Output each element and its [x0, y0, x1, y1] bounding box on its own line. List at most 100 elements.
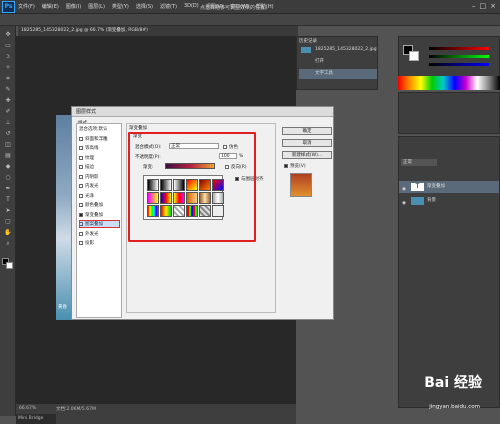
style-checkbox[interactable]	[79, 241, 83, 245]
menu-item[interactable]: 滤镜(T)	[160, 3, 177, 10]
window-title: 点击并拖移可调整效果的位置。	[200, 5, 271, 11]
blur-tool-icon[interactable]: ◆	[3, 162, 13, 171]
history-item[interactable]: 打开	[299, 57, 377, 67]
gradient-swatch[interactable]	[147, 205, 159, 217]
history-item[interactable]: 1825285_145328022_2.jpg	[299, 45, 377, 55]
shape-tool-icon[interactable]: ▢	[3, 217, 13, 226]
gradient-swatch[interactable]	[147, 179, 159, 191]
red-slider[interactable]	[429, 47, 489, 50]
stamp-tool-icon[interactable]: ⊥	[3, 118, 13, 127]
style-checkbox[interactable]	[79, 184, 83, 188]
gradient-swatch[interactable]	[147, 192, 159, 204]
zoom-tool-icon[interactable]: ⌕	[3, 239, 13, 248]
maximize-icon[interactable]: □	[480, 2, 487, 10]
gradient-swatch[interactable]	[212, 205, 224, 217]
gradient-swatch[interactable]	[186, 192, 198, 204]
gradient-swatch[interactable]	[160, 192, 172, 204]
dodge-tool-icon[interactable]: ○	[3, 173, 13, 182]
style-list-item[interactable]: 投影	[79, 240, 94, 246]
gradient-swatch[interactable]	[160, 205, 172, 217]
menu-item[interactable]: 类型(Y)	[112, 3, 129, 10]
style-list-item[interactable]: 混合选项:默认	[79, 126, 108, 132]
style-checkbox[interactable]	[79, 193, 83, 198]
style-checkbox[interactable]	[79, 203, 83, 207]
style-list-item[interactable]: 等高线	[79, 145, 99, 151]
style-list-item[interactable]: 描边	[79, 164, 94, 170]
mini-bridge-tab[interactable]: Mini Bridge	[16, 414, 56, 424]
type-tool-icon[interactable]: T	[3, 195, 13, 204]
cancel-button[interactable]: 取消	[282, 139, 332, 147]
close-icon[interactable]: ×	[490, 2, 496, 10]
style-list-item[interactable]: 内发光	[79, 183, 99, 189]
background-color[interactable]	[409, 51, 419, 61]
style-checkbox[interactable]	[79, 146, 83, 150]
gradient-swatch[interactable]	[173, 205, 185, 217]
style-list-item[interactable]: 斜面和浮雕	[79, 136, 108, 142]
visibility-eye-icon[interactable]: ◉	[402, 198, 408, 206]
eyedropper-icon[interactable]: ✎	[3, 85, 13, 94]
gradient-swatch[interactable]	[199, 192, 211, 204]
gradient-picker[interactable]	[143, 175, 224, 220]
path-select-icon[interactable]: ➤	[3, 206, 13, 215]
history-item[interactable]: 文字工具	[299, 69, 377, 79]
visibility-eye-icon[interactable]: ◉	[402, 184, 408, 192]
menu-item[interactable]: 3D(D)	[184, 3, 199, 10]
gradient-swatch[interactable]	[173, 179, 185, 191]
move-tool-icon[interactable]: ✥	[3, 30, 13, 39]
eraser-tool-icon[interactable]: ◫	[3, 140, 13, 149]
gradient-swatch[interactable]	[212, 179, 224, 191]
style-checkbox[interactable]	[79, 212, 83, 217]
menu-item[interactable]: 图层(L)	[88, 3, 105, 10]
style-list-item[interactable]: 光泽	[79, 193, 94, 199]
style-list-item[interactable]: 外发光	[79, 231, 99, 237]
brush-tool-icon[interactable]: ✐	[3, 107, 13, 116]
style-checkbox[interactable]	[79, 174, 83, 179]
gradient-swatch[interactable]	[199, 179, 211, 191]
style-list-item[interactable]: 纹理	[79, 155, 94, 161]
photoshop-logo: Ps	[2, 1, 15, 13]
style-checkbox[interactable]	[79, 136, 83, 141]
gradient-swatch[interactable]	[212, 192, 224, 204]
style-list-item[interactable]: 内阴影	[79, 174, 99, 180]
type-layer-thumbnail: T	[411, 183, 424, 191]
hand-tool-icon[interactable]: ✋	[3, 228, 13, 237]
gradient-tool-icon[interactable]: ▤	[3, 151, 13, 160]
background-color-swatch[interactable]	[6, 262, 13, 269]
magic-wand-icon[interactable]: ✧	[3, 63, 13, 72]
watermark-url: jingyan.baidu.com	[429, 404, 480, 410]
color-spectrum[interactable]	[398, 76, 500, 90]
marquee-tool-icon[interactable]: ▭	[3, 41, 13, 50]
preview-checkbox[interactable]: 预览(V)	[284, 163, 306, 169]
style-checkbox[interactable]	[79, 231, 83, 236]
menu-item[interactable]: 文件(F)	[18, 3, 35, 10]
gradient-swatch[interactable]	[186, 205, 198, 217]
green-slider[interactable]	[429, 55, 489, 58]
gradient-swatch[interactable]	[199, 205, 211, 217]
minimize-icon[interactable]: –	[472, 2, 476, 10]
style-checkbox[interactable]	[79, 165, 83, 169]
style-checkbox[interactable]	[79, 155, 83, 160]
window-controls: – □ ×	[472, 2, 496, 10]
gradient-swatch[interactable]	[160, 179, 172, 191]
menu-item[interactable]: 选择(S)	[136, 3, 153, 10]
new-style-button[interactable]: 新建样式(W)...	[282, 151, 332, 159]
menu-item[interactable]: 编辑(E)	[42, 3, 59, 10]
pen-tool-icon[interactable]: ✒	[3, 184, 13, 193]
gradient-swatch[interactable]	[186, 179, 198, 191]
document-tab[interactable]: 1825285_145328022_2.jpg @ 66.7% (渐变叠加, R…	[18, 26, 298, 36]
gradient-swatch[interactable]	[173, 192, 185, 204]
blend-mode-select[interactable]: 正常	[401, 159, 437, 166]
layer-row[interactable]: ◉ 背景	[399, 195, 499, 207]
healing-brush-icon[interactable]: ✚	[3, 96, 13, 105]
menu-item[interactable]: 图像(I)	[66, 3, 81, 10]
history-brush-icon[interactable]: ↺	[3, 129, 13, 138]
lasso-tool-icon[interactable]: ↄ	[3, 52, 13, 61]
layer-row[interactable]: ◉ T 渐变叠加	[399, 181, 499, 193]
style-label: 等高线	[85, 146, 99, 151]
style-list-item[interactable]: 渐变叠加	[79, 212, 103, 218]
section-title: 渐变叠加	[129, 126, 147, 131]
ok-button[interactable]: 确定	[282, 127, 332, 135]
style-list-item[interactable]: 颜色叠加	[79, 202, 103, 208]
blue-slider[interactable]	[429, 63, 489, 66]
crop-tool-icon[interactable]: ⌗	[3, 74, 13, 83]
